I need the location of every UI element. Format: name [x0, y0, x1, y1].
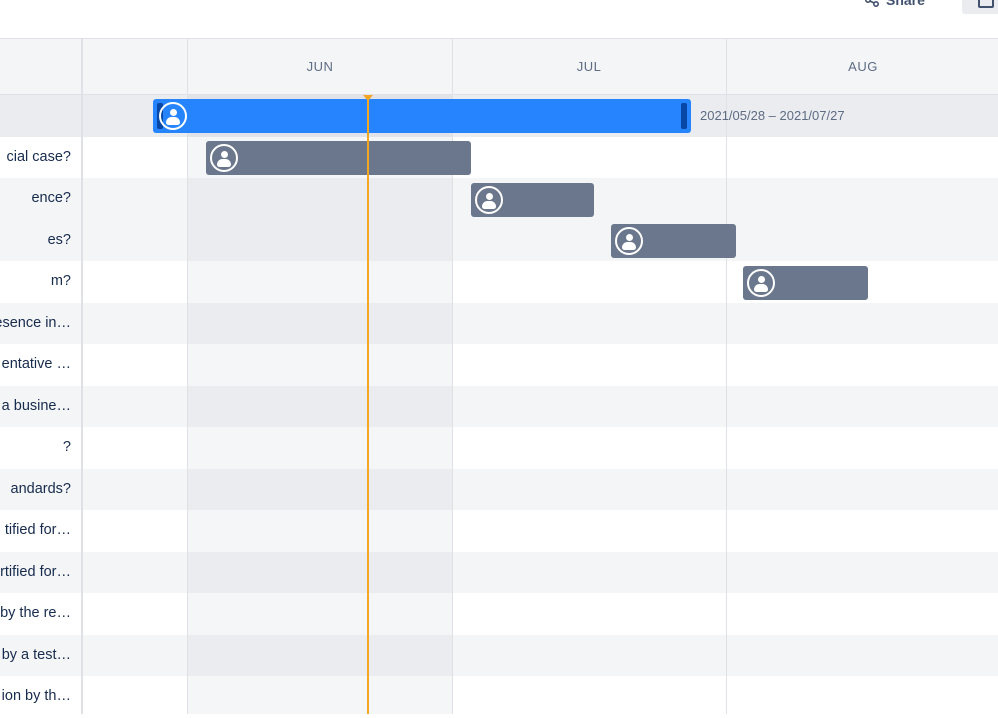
row-label[interactable]: ion by th…	[2, 676, 71, 714]
row-label[interactable]: by a test…	[2, 635, 71, 677]
issue-bar[interactable]	[611, 224, 736, 258]
row-label[interactable]: esence in…	[0, 303, 71, 345]
row-label[interactable]: by the re…	[0, 593, 71, 635]
timeline-row[interactable]	[0, 593, 998, 635]
avatar-icon	[475, 186, 503, 214]
timeline-row[interactable]	[0, 385, 998, 427]
avatar-icon	[210, 144, 238, 172]
timeline-row[interactable]	[0, 468, 998, 510]
avatar-icon	[747, 269, 775, 297]
row-label[interactable]: ence?	[31, 178, 71, 220]
row-label[interactable]: rtified for…	[0, 552, 71, 594]
today-marker-icon	[363, 95, 373, 101]
current-month-shade	[188, 95, 452, 714]
issue-bar[interactable]	[743, 266, 868, 300]
epic-bar[interactable]	[153, 99, 691, 133]
row-label[interactable]: es?	[48, 220, 71, 262]
square-icon	[978, 0, 994, 8]
row-label[interactable]: ?	[63, 427, 71, 469]
month-label-jul: JUL	[576, 59, 602, 74]
row-label[interactable]: m?	[51, 261, 71, 303]
timeline-row[interactable]	[0, 302, 998, 344]
share-icon	[865, 0, 880, 8]
timeline-row[interactable]	[0, 676, 998, 718]
issue-list-panel: cial case? ence? es? m? esence in… entat…	[0, 38, 83, 714]
row-label[interactable]: cial case?	[7, 137, 71, 179]
row-label[interactable]: entative …	[2, 344, 71, 386]
share-button[interactable]: Share	[864, 0, 925, 12]
issue-bar[interactable]	[206, 141, 471, 175]
timeline-row[interactable]	[0, 510, 998, 552]
timeline-row[interactable]	[0, 551, 998, 593]
issue-bar[interactable]	[471, 183, 594, 217]
month-divider	[452, 38, 453, 714]
month-divider	[187, 38, 188, 714]
timeline-row[interactable]	[0, 427, 998, 469]
today-line	[367, 95, 369, 714]
resize-handle-right[interactable]	[681, 103, 687, 129]
timeline-row[interactable]	[0, 137, 998, 179]
timeline-row[interactable]	[0, 344, 998, 386]
month-label-jun: JUN	[306, 59, 334, 74]
view-options-button[interactable]	[962, 0, 998, 14]
timeline-row[interactable]	[0, 634, 998, 676]
top-bar: Share	[0, 0, 998, 38]
avatar-icon	[159, 102, 187, 130]
month-label-aug: AUG	[848, 59, 878, 74]
row-label[interactable]: a busine…	[2, 386, 71, 428]
timeline-row[interactable]	[0, 219, 998, 261]
avatar-icon	[615, 227, 643, 255]
month-divider	[726, 38, 727, 714]
share-label: Share	[886, 0, 925, 8]
epic-date-range: 2021/05/28 – 2021/07/27	[700, 108, 845, 123]
row-label[interactable]: tified for…	[5, 510, 71, 552]
row-label[interactable]: andards?	[11, 469, 71, 511]
